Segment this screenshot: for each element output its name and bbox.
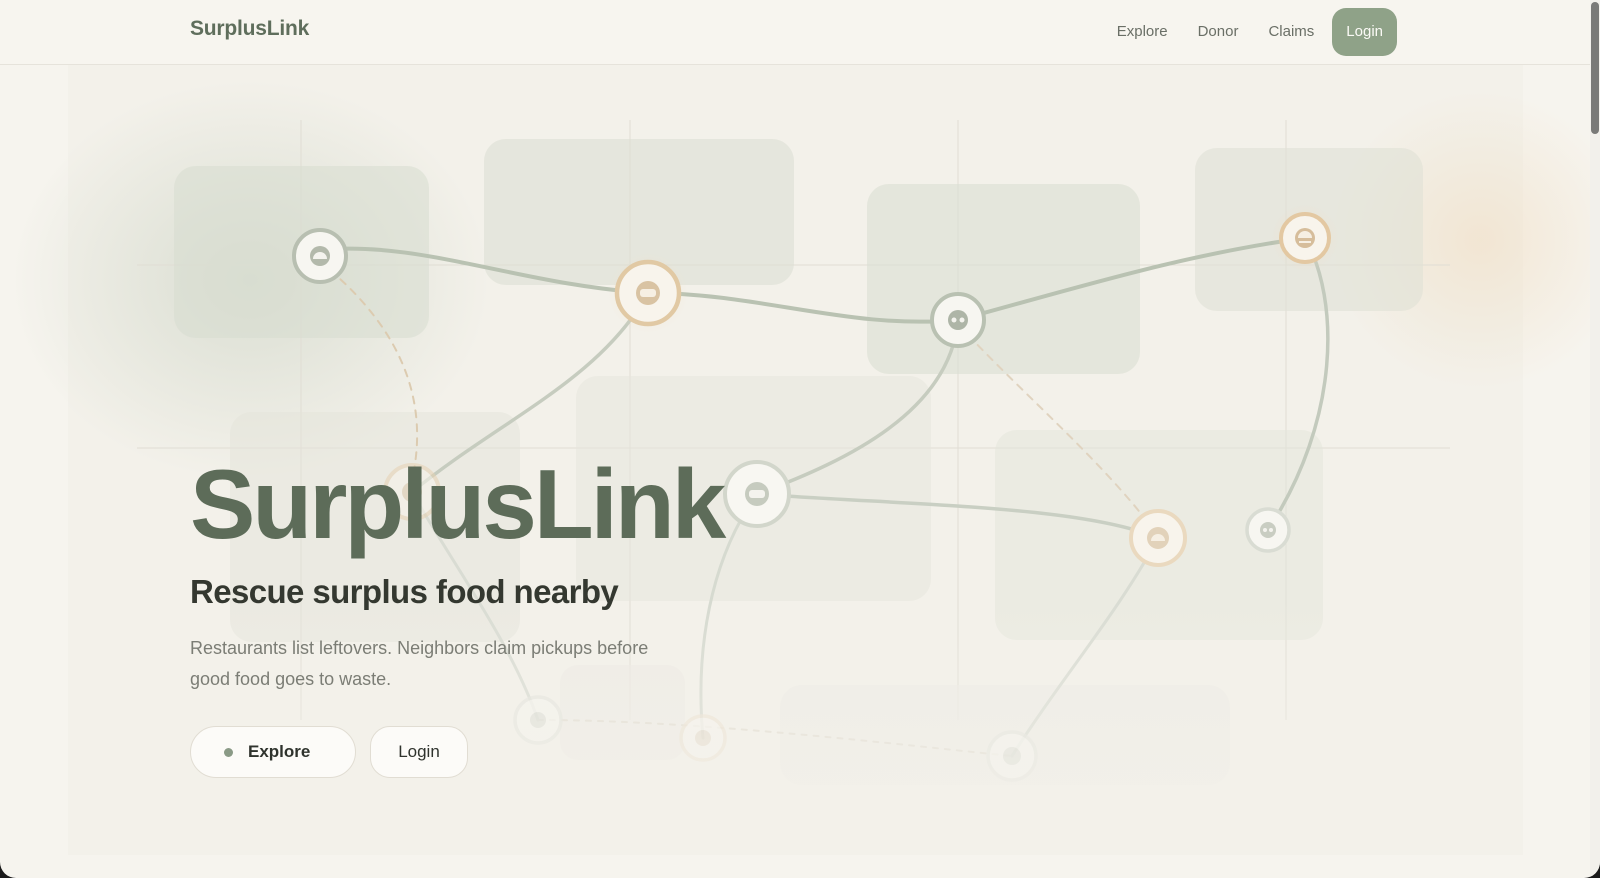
hero-subtitle: Rescue surplus food nearby: [190, 573, 619, 610]
hero-description: Restaurants list leftovers. Neighbors cl…: [190, 638, 649, 689]
scrollbar-thumb[interactable]: [1591, 2, 1599, 134]
nav-claims[interactable]: Claims: [1253, 8, 1329, 56]
nav-donor[interactable]: Donor: [1183, 8, 1254, 56]
nav-login-button[interactable]: Login: [1332, 8, 1397, 56]
explore-button-label: Explore: [248, 742, 311, 761]
page: SurplusLink Explore Donor Claims Login S…: [0, 0, 1600, 878]
hero-actions: Explore Login: [190, 726, 468, 778]
dot-icon: [224, 747, 233, 757]
node-warm: [1271, 204, 1339, 272]
backdrop-card: [867, 184, 1140, 374]
hero-title: SurplusLink: [190, 449, 726, 559]
login-button[interactable]: Login: [370, 726, 468, 778]
node-green: [1245, 507, 1291, 553]
login-button-label: Login: [398, 742, 440, 761]
hero-content: SurplusLink Rescue surplus food nearby R…: [190, 449, 726, 695]
nav-menu: Explore Donor Claims Login: [1102, 8, 1397, 56]
node-warm: [608, 253, 688, 333]
node-green: [723, 460, 791, 528]
nav-explore[interactable]: Explore: [1102, 8, 1183, 56]
explore-button[interactable]: Explore: [190, 726, 356, 778]
node-warm: [1129, 509, 1187, 567]
top-nav-bar: SurplusLink Explore Donor Claims Login: [0, 0, 1590, 65]
node-green: [292, 228, 348, 284]
node-green: [930, 292, 986, 348]
brand-logo[interactable]: SurplusLink: [190, 17, 309, 41]
